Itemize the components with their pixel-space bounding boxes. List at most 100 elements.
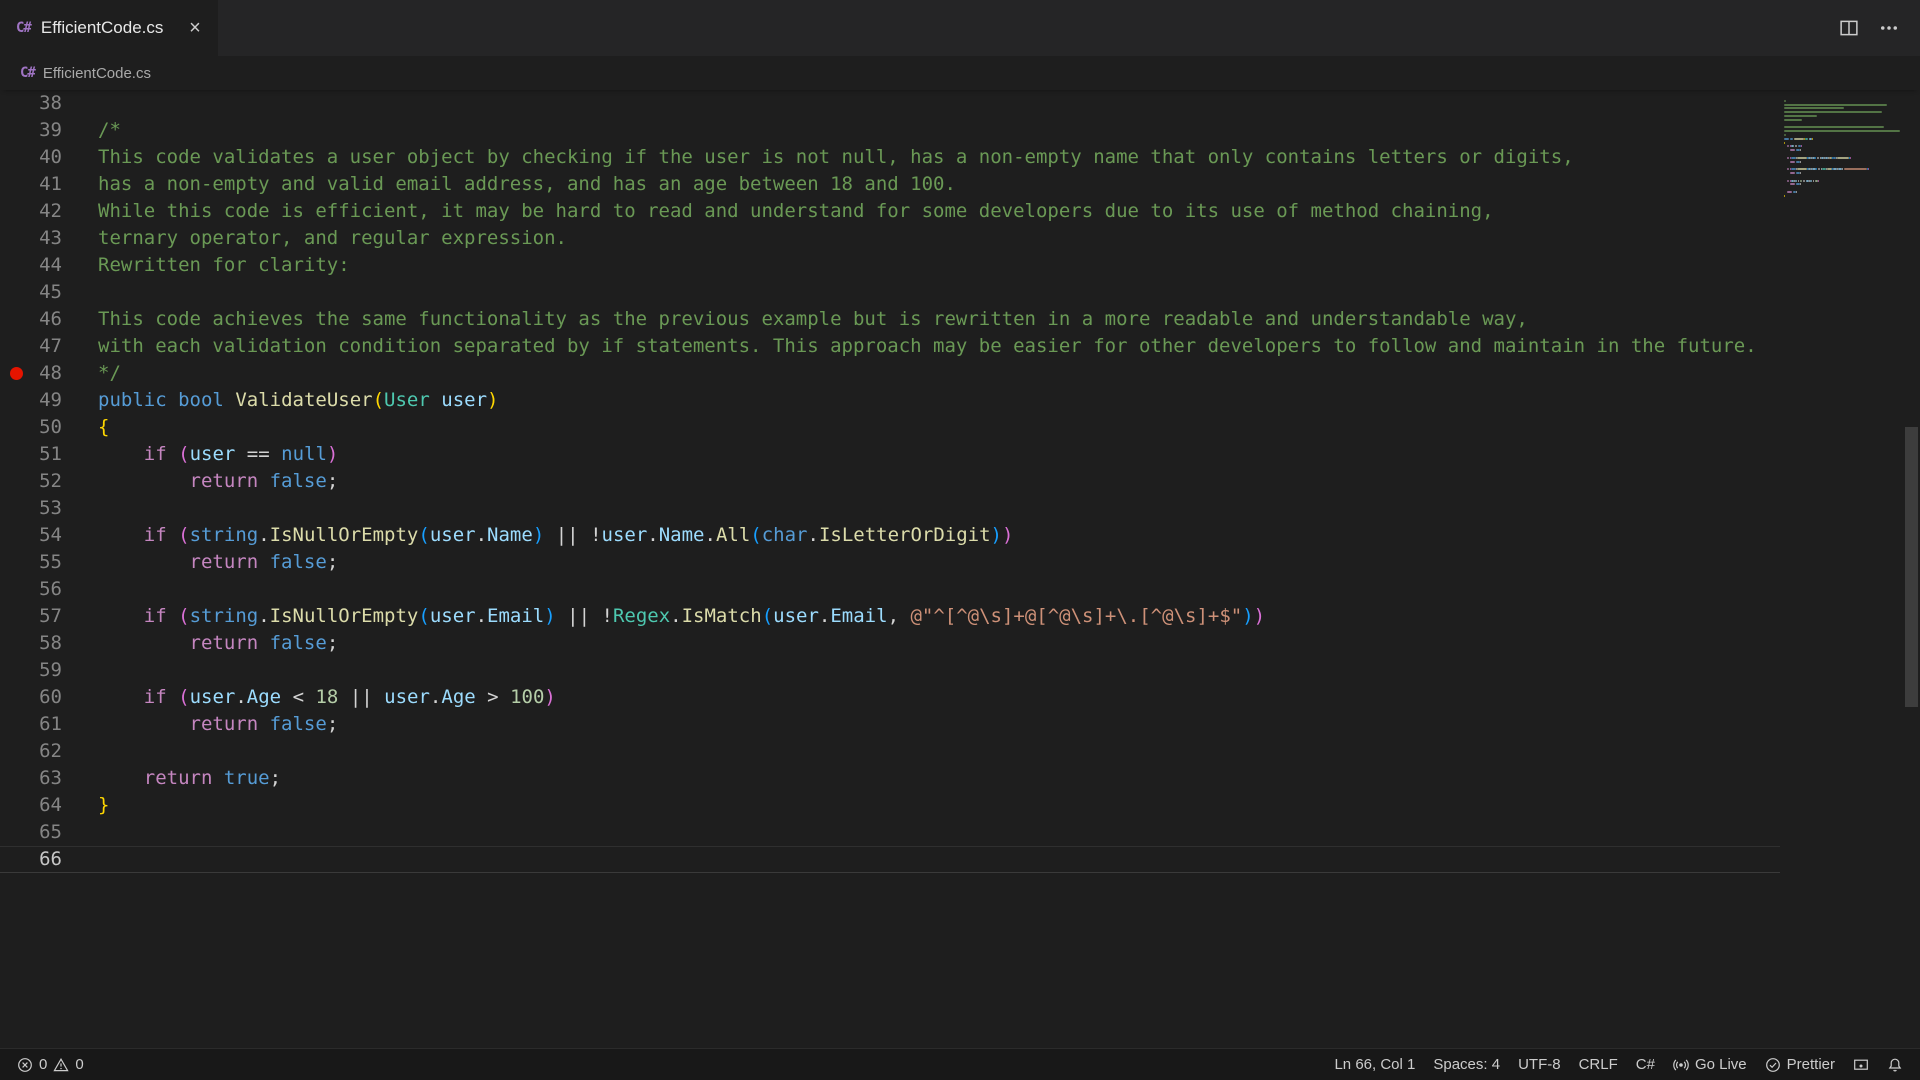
code-line[interactable]: 58 return false; <box>0 630 1780 657</box>
breadcrumb-item-file[interactable]: EfficientCode.cs <box>43 65 151 82</box>
code-line[interactable]: 44Rewritten for clarity: <box>0 252 1780 279</box>
line-number[interactable]: 60 <box>36 684 62 711</box>
code-line[interactable]: 39/* <box>0 117 1780 144</box>
line-number[interactable]: 51 <box>36 441 62 468</box>
code-line[interactable]: 43ternary operator, and regular expressi… <box>0 225 1780 252</box>
status-cursor-position[interactable]: Ln 66, Col 1 <box>1325 1049 1424 1080</box>
line-number[interactable]: 39 <box>36 117 62 144</box>
code-line[interactable]: 64} <box>0 792 1780 819</box>
line-number[interactable]: 49 <box>36 387 62 414</box>
line-number[interactable]: 44 <box>36 252 62 279</box>
breakpoint-margin[interactable] <box>0 603 36 630</box>
line-number[interactable]: 55 <box>36 549 62 576</box>
line-number[interactable]: 52 <box>36 468 62 495</box>
code-line[interactable]: 48*/ <box>0 360 1780 387</box>
breakpoint-margin[interactable] <box>0 144 36 171</box>
code-line[interactable]: 38 <box>0 90 1780 117</box>
code-line[interactable]: 52 return false; <box>0 468 1780 495</box>
minimap[interactable] <box>1784 96 1902 206</box>
breakpoint-margin[interactable] <box>0 792 36 819</box>
code-line[interactable]: 40This code validates a user object by c… <box>0 144 1780 171</box>
breakpoint-margin[interactable] <box>0 684 36 711</box>
line-number[interactable]: 63 <box>36 765 62 792</box>
breakpoint-margin[interactable] <box>0 387 36 414</box>
status-indentation[interactable]: Spaces: 4 <box>1424 1049 1509 1080</box>
breakpoint-margin[interactable] <box>0 441 36 468</box>
line-number[interactable]: 50 <box>36 414 62 441</box>
line-number[interactable]: 62 <box>36 738 62 765</box>
line-number[interactable]: 48 <box>36 360 62 387</box>
status-go-live[interactable]: Go Live <box>1664 1049 1756 1080</box>
breakpoint-margin[interactable] <box>0 738 36 765</box>
status-screencast[interactable] <box>1844 1049 1878 1080</box>
code-line[interactable]: 65 <box>0 819 1780 846</box>
breakpoint-margin[interactable] <box>0 333 36 360</box>
status-problems[interactable]: 0 0 <box>8 1049 93 1080</box>
status-language-mode[interactable]: C# <box>1627 1049 1664 1080</box>
line-number[interactable]: 43 <box>36 225 62 252</box>
breakpoint-margin[interactable] <box>0 576 36 603</box>
breakpoint-margin[interactable] <box>0 657 36 684</box>
line-number[interactable]: 54 <box>36 522 62 549</box>
code-line[interactable]: 54 if (string.IsNullOrEmpty(user.Name) |… <box>0 522 1780 549</box>
code-line[interactable]: 46This code achieves the same functional… <box>0 306 1780 333</box>
code-line[interactable]: 47with each validation condition separat… <box>0 333 1780 360</box>
code-line[interactable]: 60 if (user.Age < 18 || user.Age > 100) <box>0 684 1780 711</box>
line-number[interactable]: 45 <box>36 279 62 306</box>
code-line[interactable]: 51 if (user == null) <box>0 441 1780 468</box>
breakpoint-margin[interactable] <box>0 549 36 576</box>
line-number[interactable]: 59 <box>36 657 62 684</box>
line-number[interactable]: 65 <box>36 819 62 846</box>
breakpoint-margin[interactable] <box>0 765 36 792</box>
code-line[interactable]: 62 <box>0 738 1780 765</box>
breakpoint-margin[interactable] <box>0 90 36 117</box>
breakpoint-margin[interactable] <box>0 117 36 144</box>
line-number[interactable]: 64 <box>36 792 62 819</box>
breakpoint-margin[interactable] <box>0 198 36 225</box>
line-number[interactable]: 46 <box>36 306 62 333</box>
breakpoint-margin[interactable] <box>0 414 36 441</box>
code-line[interactable]: 55 return false; <box>0 549 1780 576</box>
status-eol[interactable]: CRLF <box>1570 1049 1627 1080</box>
code-line[interactable]: 49public bool ValidateUser(User user) <box>0 387 1780 414</box>
breakpoint-margin[interactable] <box>0 225 36 252</box>
tab-close-button[interactable]: × <box>182 15 208 41</box>
code-line[interactable]: 45 <box>0 279 1780 306</box>
line-number[interactable]: 47 <box>36 333 62 360</box>
status-encoding[interactable]: UTF-8 <box>1509 1049 1570 1080</box>
breakpoint-margin[interactable] <box>0 252 36 279</box>
tab-efficientcode[interactable]: C# EfficientCode.cs × <box>0 0 218 56</box>
breakpoint-margin[interactable] <box>0 522 36 549</box>
status-prettier[interactable]: Prettier <box>1756 1049 1844 1080</box>
breakpoint-margin[interactable] <box>0 468 36 495</box>
code-line[interactable]: 50{ <box>0 414 1780 441</box>
code-line[interactable]: 41has a non-empty and valid email addres… <box>0 171 1780 198</box>
line-number[interactable]: 57 <box>36 603 62 630</box>
split-editor-icon[interactable] <box>1834 13 1864 43</box>
vertical-scrollbar[interactable] <box>1903 90 1920 1048</box>
breakpoint-margin[interactable] <box>0 495 36 522</box>
breakpoint-margin[interactable] <box>0 630 36 657</box>
line-number[interactable]: 42 <box>36 198 62 225</box>
code-line[interactable]: 56 <box>0 576 1780 603</box>
line-number[interactable]: 38 <box>36 90 62 117</box>
status-notifications[interactable] <box>1878 1049 1912 1080</box>
line-number[interactable]: 61 <box>36 711 62 738</box>
code-line[interactable]: 53 <box>0 495 1780 522</box>
line-number[interactable]: 40 <box>36 144 62 171</box>
breakpoint-margin[interactable] <box>0 846 36 873</box>
code-line[interactable]: 66 <box>0 846 1780 873</box>
line-number[interactable]: 41 <box>36 171 62 198</box>
scrollbar-thumb[interactable] <box>1905 427 1918 707</box>
code-line[interactable]: 42While this code is efficient, it may b… <box>0 198 1780 225</box>
breakpoint-margin[interactable] <box>0 171 36 198</box>
more-actions-icon[interactable] <box>1874 13 1904 43</box>
breakpoint-margin[interactable] <box>0 711 36 738</box>
code-line[interactable]: 59 <box>0 657 1780 684</box>
line-number[interactable]: 56 <box>36 576 62 603</box>
breakpoint-margin[interactable] <box>0 279 36 306</box>
code-line[interactable]: 63 return true; <box>0 765 1780 792</box>
code-line[interactable]: 61 return false; <box>0 711 1780 738</box>
line-number[interactable]: 58 <box>36 630 62 657</box>
line-number[interactable]: 66 <box>36 846 62 873</box>
